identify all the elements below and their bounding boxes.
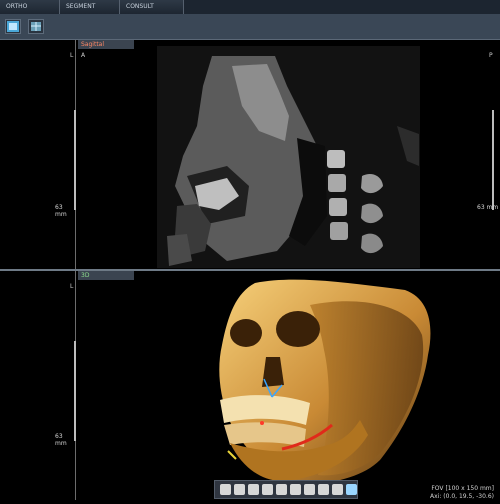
layers-button[interactable]: [28, 19, 44, 34]
tab-segment[interactable]: SEGMENT: [60, 0, 120, 14]
hand-icon[interactable]: [234, 484, 245, 495]
view3d-tool-dock: [214, 480, 358, 499]
sagittal-scale-right: 63 mm: [477, 204, 499, 211]
mode-tabbar: ORTHO SEGMENT CONSULT: [0, 0, 500, 15]
layers-icon: [31, 22, 41, 31]
sagittal-title: Sagittal: [78, 40, 134, 49]
rotate-icon[interactable]: [220, 484, 231, 495]
sagittal-ruler-left: [74, 110, 76, 210]
view3d-panel: L 63 mm 3D FOV [100 x 150 mm] Axi: (0.0,…: [0, 271, 500, 500]
sagittal-view-tag: A: [81, 52, 86, 59]
skull-icon[interactable]: [318, 484, 329, 495]
skull-icon[interactable]: [332, 484, 343, 495]
skull-icon[interactable]: [304, 484, 315, 495]
skull-icon[interactable]: [346, 484, 357, 495]
skull-3d-render[interactable]: [200, 275, 436, 500]
sagittal-scale-left: 63 mm: [55, 204, 67, 218]
view3d-ruler-left: [74, 341, 76, 441]
view3d-left-tag: L: [70, 283, 74, 290]
view3d-scale-left: 63 mm: [55, 433, 67, 447]
sagittal-panel: L 63 mm Sagittal A P 63 mm: [0, 40, 500, 270]
sagittal-right-tag: P: [489, 52, 493, 59]
sagittal-left-column: L 63 mm: [0, 40, 76, 270]
skull-icon[interactable]: [290, 484, 301, 495]
view3d-title: 3D: [78, 271, 134, 280]
hand-icon[interactable]: [276, 484, 287, 495]
sagittal-left-tag: L: [70, 52, 74, 59]
tab-consult[interactable]: CONSULT: [120, 0, 184, 14]
view-toggle-button[interactable]: [5, 19, 21, 34]
hand-icon[interactable]: [248, 484, 259, 495]
fov-line-1: FOV [100 x 150 mm]: [431, 485, 494, 492]
tab-ortho[interactable]: ORTHO: [0, 0, 60, 14]
sagittal-slice-image[interactable]: [157, 46, 420, 268]
toolbar: [0, 15, 500, 40]
view-toggle-icon: [7, 21, 19, 32]
hand-icon[interactable]: [262, 484, 273, 495]
app-window: ORTHO SEGMENT CONSULT L 63 mm Sagittal A: [0, 0, 500, 500]
view3d-left-column: L 63 mm: [0, 271, 76, 500]
sagittal-ruler-right: [492, 110, 494, 210]
fov-line-2: Axi: (0.0, 19.5, -30.6): [430, 493, 494, 500]
sagittal-ct-image: [157, 46, 420, 268]
skull-3d-image: [219, 279, 431, 484]
